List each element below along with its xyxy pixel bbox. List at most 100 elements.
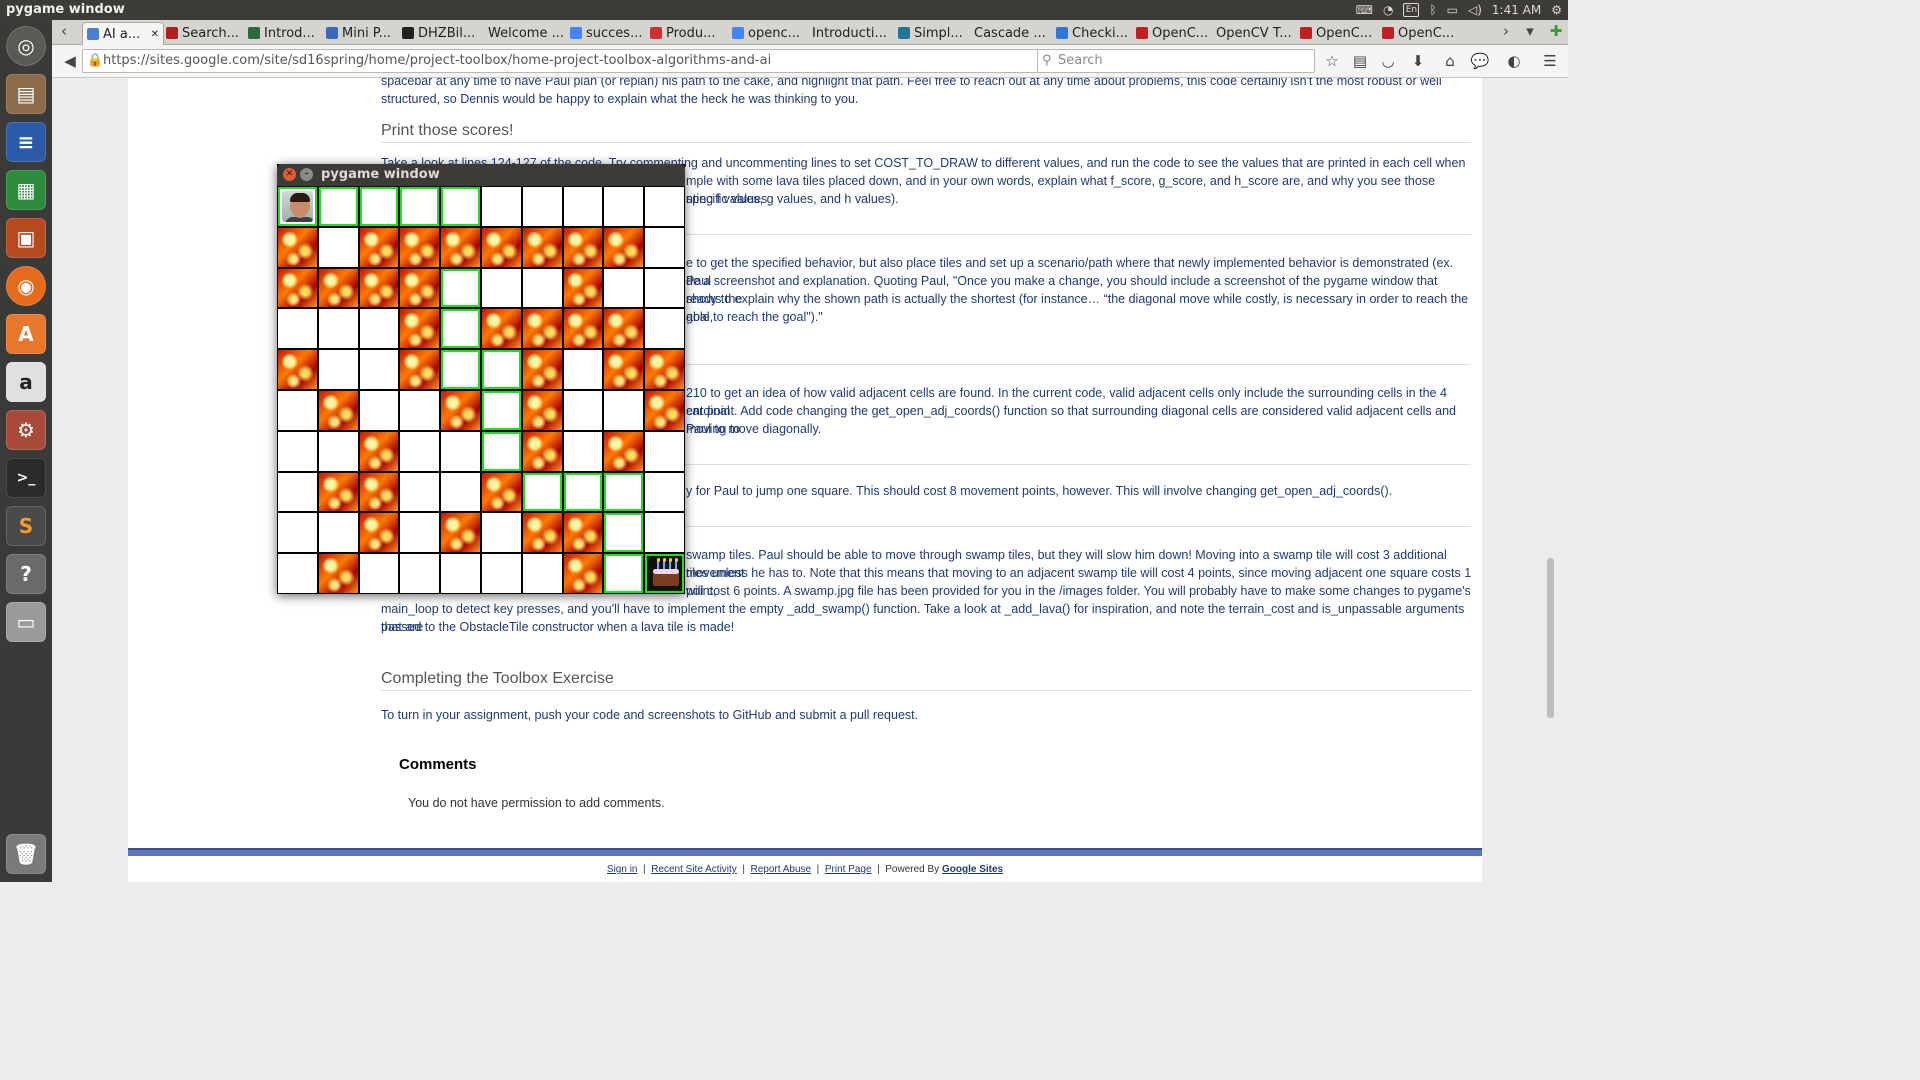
path-cell[interactable] xyxy=(441,268,480,308)
print-page-link[interactable]: Print Page xyxy=(825,864,872,875)
tab[interactable]: Mini P... xyxy=(322,22,398,44)
help-icon[interactable]: ? xyxy=(6,554,46,594)
pygame-window[interactable]: ✕ – pygame window xyxy=(277,164,685,594)
menu-icon[interactable]: ☰ xyxy=(1540,51,1560,71)
software-center-icon[interactable]: A xyxy=(6,314,46,354)
lava-tile[interactable] xyxy=(278,350,317,389)
terminal-icon[interactable]: >_ xyxy=(6,458,46,498)
calc-icon[interactable]: ▦ xyxy=(6,170,46,210)
files-icon[interactable]: ▤ xyxy=(6,74,46,114)
lava-tile[interactable] xyxy=(400,350,440,389)
lava-tile[interactable] xyxy=(441,390,480,430)
empty-cell[interactable] xyxy=(645,268,684,308)
empty-cell[interactable] xyxy=(604,187,644,226)
path-cell[interactable] xyxy=(359,187,399,226)
system-settings-icon[interactable]: ⚙ xyxy=(6,410,46,450)
empty-cell[interactable] xyxy=(645,309,684,349)
tab[interactable]: Simpl... xyxy=(894,22,970,44)
lava-tile[interactable] xyxy=(522,350,562,389)
empty-cell[interactable] xyxy=(400,390,440,430)
tab-scroll-left-icon[interactable]: ‹ xyxy=(54,21,74,41)
tab[interactable]: OpenCV T... xyxy=(1212,22,1296,44)
empty-cell[interactable] xyxy=(645,472,684,512)
empty-cell[interactable] xyxy=(563,390,603,430)
google-sites-link[interactable]: Google Sites xyxy=(942,864,1003,875)
empty-cell[interactable] xyxy=(441,554,480,593)
empty-cell[interactable] xyxy=(400,431,440,471)
empty-cell[interactable] xyxy=(400,513,440,553)
lava-tile[interactable] xyxy=(359,431,399,471)
tab[interactable]: Checki... xyxy=(1052,22,1132,44)
wifi-icon[interactable]: ◔ xyxy=(1383,3,1393,17)
path-cell[interactable] xyxy=(441,350,480,389)
sublime-text-icon[interactable]: S xyxy=(6,506,46,546)
pygame-titlebar[interactable]: ✕ – pygame window xyxy=(277,164,685,186)
keyboard-icon[interactable]: ⌨ xyxy=(1356,3,1373,17)
amazon-icon[interactable]: a xyxy=(6,362,46,402)
empty-cell[interactable] xyxy=(441,431,480,471)
empty-cell[interactable] xyxy=(563,187,603,226)
tab-list-icon[interactable]: ▾ xyxy=(1520,21,1540,41)
lava-tile[interactable] xyxy=(481,472,521,512)
tab[interactable]: Produ... xyxy=(646,22,728,44)
empty-cell[interactable] xyxy=(278,390,317,430)
extension-icon[interactable]: ◐ xyxy=(1504,51,1524,71)
empty-cell[interactable] xyxy=(400,554,440,593)
scrollbar-thumb[interactable] xyxy=(1547,558,1554,718)
lava-tile[interactable] xyxy=(359,268,399,308)
sign-in-link[interactable]: Sign in xyxy=(607,864,638,875)
path-cell[interactable] xyxy=(604,513,644,553)
paul-cell[interactable] xyxy=(278,187,317,226)
tab[interactable]: succes... xyxy=(566,22,646,44)
tab[interactable]: Cascade ... xyxy=(970,22,1052,44)
empty-cell[interactable] xyxy=(645,227,684,267)
empty-cell[interactable] xyxy=(278,431,317,471)
lava-tile[interactable] xyxy=(441,513,480,553)
bookmark-star-icon[interactable]: ☆ xyxy=(1322,51,1342,71)
chat-icon[interactable]: 💬 xyxy=(1470,51,1490,71)
volume-icon[interactable]: ◁) xyxy=(1468,3,1482,17)
tab[interactable]: AI a... ✕ xyxy=(82,22,164,45)
lava-tile[interactable] xyxy=(604,350,644,389)
path-cell[interactable] xyxy=(522,472,562,512)
empty-cell[interactable] xyxy=(318,513,358,553)
tab[interactable]: OpenC... xyxy=(1132,22,1212,44)
lava-tile[interactable] xyxy=(400,227,440,267)
lava-tile[interactable] xyxy=(522,431,562,471)
empty-cell[interactable] xyxy=(318,227,358,267)
empty-cell[interactable] xyxy=(604,390,644,430)
path-cell[interactable] xyxy=(604,554,644,593)
lava-tile[interactable] xyxy=(278,227,317,267)
minimize-icon[interactable]: – xyxy=(300,168,313,181)
path-cell[interactable] xyxy=(604,472,644,512)
lava-tile[interactable] xyxy=(359,513,399,553)
tab[interactable]: Introd... xyxy=(244,22,322,44)
path-cell[interactable] xyxy=(481,431,521,471)
lava-tile[interactable] xyxy=(359,472,399,512)
path-cell[interactable] xyxy=(481,350,521,389)
lava-tile[interactable] xyxy=(645,390,684,430)
lava-tile[interactable] xyxy=(318,268,358,308)
empty-cell[interactable] xyxy=(278,554,317,593)
lava-tile[interactable] xyxy=(522,390,562,430)
lava-tile[interactable] xyxy=(604,309,644,349)
empty-cell[interactable] xyxy=(278,309,317,349)
empty-cell[interactable] xyxy=(522,187,562,226)
tab-close-icon[interactable]: ✕ xyxy=(151,29,159,40)
empty-cell[interactable] xyxy=(481,187,521,226)
trash-icon[interactable]: 🗑 xyxy=(6,834,46,874)
path-cell[interactable] xyxy=(318,187,358,226)
lava-tile[interactable] xyxy=(318,554,358,593)
path-cell[interactable] xyxy=(441,187,480,226)
cake-cell[interactable] xyxy=(645,554,684,593)
empty-cell[interactable] xyxy=(278,472,317,512)
lava-tile[interactable] xyxy=(563,268,603,308)
empty-cell[interactable] xyxy=(441,472,480,512)
clock[interactable]: 1:41 AM xyxy=(1492,3,1541,17)
empty-cell[interactable] xyxy=(359,390,399,430)
lava-tile[interactable] xyxy=(359,227,399,267)
pocket-icon[interactable]: ◡ xyxy=(1378,51,1398,71)
keyboard-layout-indicator[interactable]: En xyxy=(1403,3,1420,17)
lava-tile[interactable] xyxy=(522,309,562,349)
impress-icon[interactable]: ▣ xyxy=(6,218,46,258)
